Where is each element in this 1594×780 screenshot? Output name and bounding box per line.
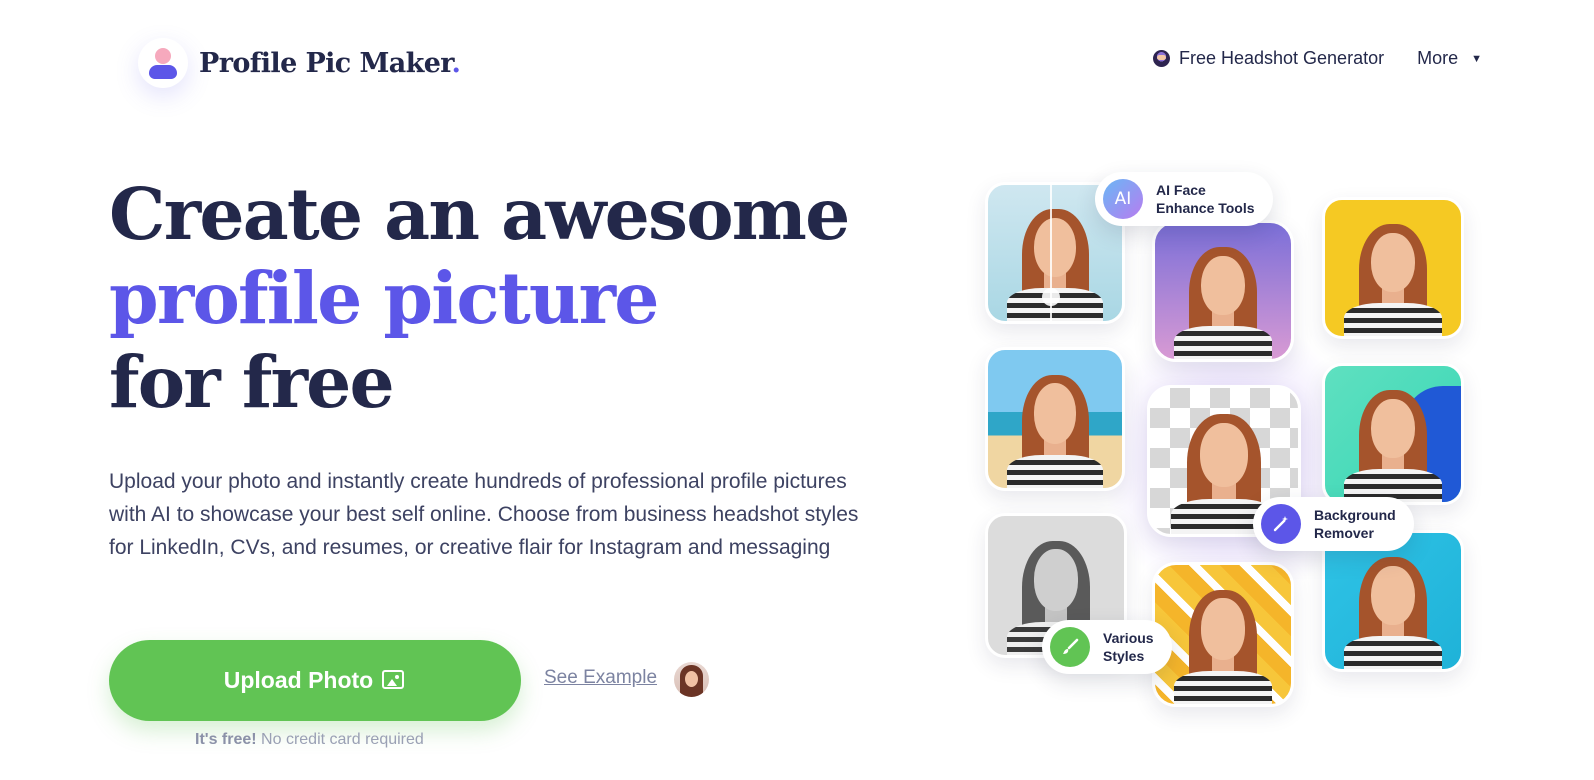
ai-enhance-label: AI Face Enhance Tools [1156, 182, 1255, 216]
main-nav: Free Headshot Generator More ▼ [1152, 48, 1482, 69]
various-styles-badge: Various Styles [1042, 620, 1172, 674]
sample-photo-purple [1152, 220, 1294, 362]
nav-more-dropdown[interactable]: More ▼ [1417, 48, 1482, 69]
background-remover-badge: Background Remover [1253, 497, 1414, 551]
hero-title-accent: profile picture [109, 256, 659, 340]
feature-collage: AI AI Face Enhance Tools Background Remo… [960, 160, 1490, 730]
hero-title: Create an awesome profile picture for fr… [109, 172, 850, 424]
various-styles-label: Various Styles [1103, 630, 1154, 664]
hero-description: Upload your photo and instantly create h… [109, 470, 859, 559]
ai-enhance-badge: AI AI Face Enhance Tools [1095, 172, 1273, 226]
example-avatar[interactable] [674, 662, 709, 697]
logo-text: Profile Pic Maker. [199, 47, 461, 79]
site-header: Profile Pic Maker. Free Headshot Generat… [0, 0, 1594, 120]
caret-down-icon: ▼ [1471, 52, 1482, 65]
logo[interactable]: Profile Pic Maker. [138, 38, 461, 88]
background-remover-label: Background Remover [1314, 507, 1396, 541]
sample-photo-teal [1322, 363, 1464, 505]
logo-name: Profile Pic Maker [199, 47, 452, 79]
sample-photo-pattern [1152, 562, 1294, 707]
compare-slider-knob [1042, 288, 1060, 306]
upload-photo-button[interactable]: Upload Photo [109, 640, 521, 721]
nav-headshot-label: Free Headshot Generator [1178, 48, 1385, 68]
ai-icon: AI [1103, 179, 1143, 219]
nav-more-label: More [1417, 48, 1459, 68]
magic-wand-icon [1261, 504, 1301, 544]
image-icon [380, 669, 406, 693]
see-example-link[interactable]: See Example [544, 667, 657, 689]
person-avatar-icon [138, 38, 188, 88]
sample-photo-beach [985, 347, 1125, 491]
nav-free-headshot-generator[interactable]: Free Headshot Generator [1152, 48, 1385, 69]
logo-dot: . [451, 47, 461, 79]
free-note-rest: No credit card required [256, 731, 424, 748]
emoji-face-icon [1152, 50, 1170, 67]
sample-photo-cyan [1322, 530, 1464, 672]
free-note-bold: It's free! [195, 731, 257, 748]
hero-title-line1: Create an awesome [109, 172, 850, 256]
sample-photo-yellow [1322, 197, 1464, 339]
hero-title-line3: for free [109, 340, 395, 424]
upload-photo-label: Upload Photo [223, 667, 374, 693]
paint-brush-icon [1050, 627, 1090, 667]
free-note: It's free! No credit card required [195, 731, 424, 749]
